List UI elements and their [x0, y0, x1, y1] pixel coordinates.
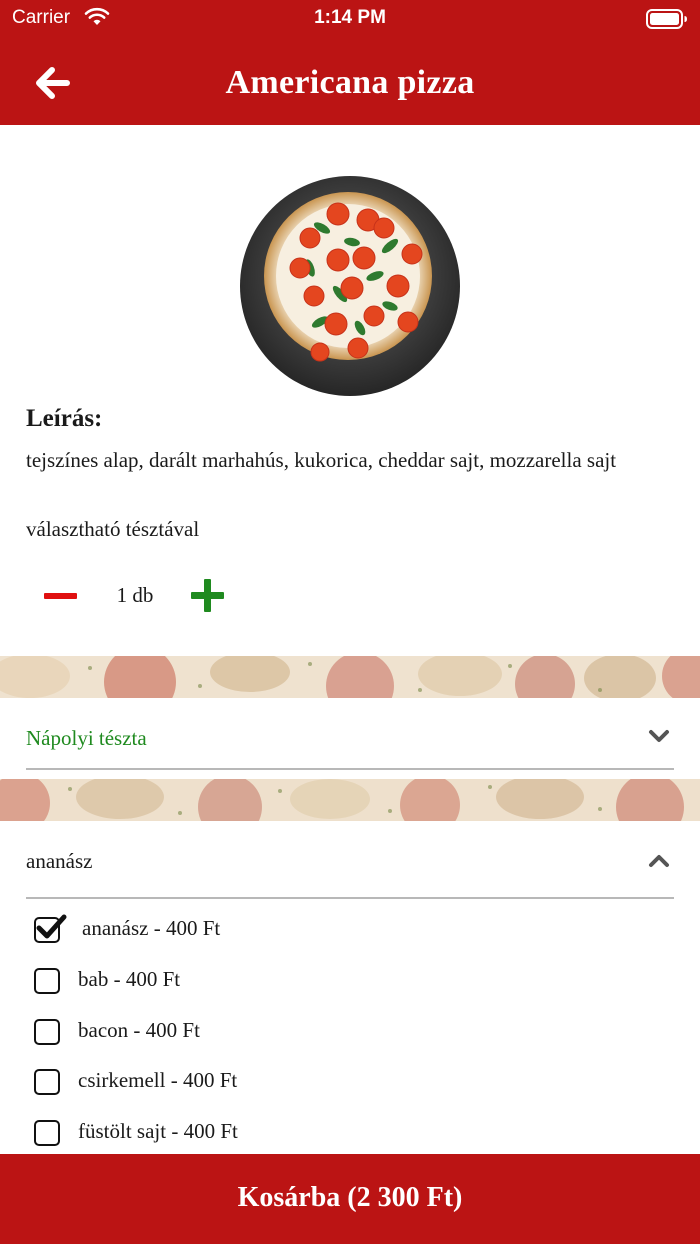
increase-quantity-button[interactable]	[186, 575, 232, 617]
topping-select-value: ananász	[26, 849, 93, 873]
topping-option-label: ananász - 400 Ft	[82, 916, 221, 940]
battery-icon	[646, 9, 688, 35]
food-banner	[0, 779, 700, 821]
topping-option-label: füstölt sajt - 400 Ft	[78, 1119, 238, 1143]
page-title: Americana pizza	[225, 64, 475, 101]
chevron-down-icon	[648, 728, 670, 749]
clock: 1:14 PM	[314, 7, 386, 28]
minus-icon	[38, 593, 84, 620]
chevron-up-icon	[648, 853, 670, 874]
header-bar: Carrier 1:14 PM Americana pizza	[0, 0, 700, 125]
topping-select[interactable]: ananász	[26, 821, 674, 899]
food-banner	[0, 656, 700, 698]
quantity-value: 1 db	[116, 583, 154, 607]
plus-icon	[186, 579, 232, 621]
topping-option-bab[interactable]: bab - 400 Ft	[34, 964, 434, 998]
topping-option-label: csirkemell - 400 Ft	[78, 1068, 238, 1092]
checkbox[interactable]	[34, 1019, 60, 1045]
topping-option-bacon[interactable]: bacon - 400 Ft	[34, 1015, 434, 1049]
topping-option-fustolt-sajt[interactable]: füstölt sajt - 400 Ft	[34, 1116, 434, 1150]
topping-option-label: bab - 400 Ft	[78, 967, 181, 991]
decrease-quantity-button[interactable]	[38, 576, 84, 616]
add-to-cart-button[interactable]: Kosárba (2 300 Ft)	[0, 1154, 700, 1244]
description-heading: Leírás:	[26, 405, 103, 432]
topping-option-ananasz[interactable]: ananász - 400 Ft	[34, 913, 434, 947]
checkbox[interactable]	[34, 968, 60, 994]
dough-select-value: Nápolyi tészta	[26, 726, 147, 750]
checkbox[interactable]	[34, 1069, 60, 1095]
dough-select[interactable]: Nápolyi tészta	[26, 699, 674, 770]
description-text: tejszínes alap, darált marhahús, kukoric…	[26, 448, 617, 472]
checkbox[interactable]	[34, 1120, 60, 1146]
checkmark-icon	[34, 913, 68, 948]
topping-option-label: bacon - 400 Ft	[78, 1018, 200, 1042]
status-bar: Carrier 1:14 PM	[0, 0, 700, 36]
topping-option-csirkemell[interactable]: csirkemell - 400 Ft	[34, 1065, 434, 1099]
pizza-image[interactable]	[240, 176, 460, 396]
dough-note: választható tésztával	[26, 517, 200, 541]
